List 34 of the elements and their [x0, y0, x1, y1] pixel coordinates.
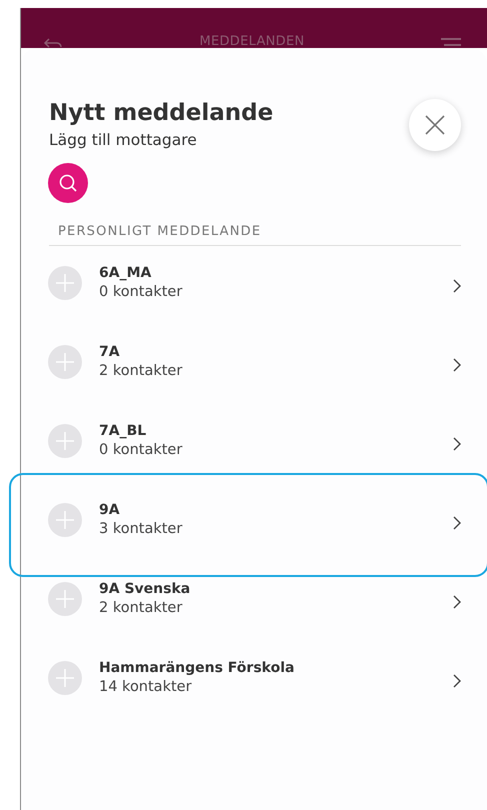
plus-icon	[55, 272, 75, 292]
chevron-icon[interactable]	[453, 358, 461, 372]
section-label: PERSONLIGT MEDDELANDE	[58, 224, 262, 239]
sheet-subtitle: Lägg till mottagare	[49, 131, 198, 149]
contact-count: 2 kontakter	[99, 363, 184, 379]
chevron-icon[interactable]	[453, 278, 461, 292]
chevron-icon[interactable]	[453, 516, 461, 530]
plus-icon	[55, 588, 75, 608]
group-name: 9A Svenska	[99, 581, 192, 597]
sheet-title: Nytt meddelande	[49, 99, 274, 127]
plus-icon	[55, 352, 75, 372]
chevron-icon[interactable]	[453, 674, 461, 688]
contact-count: 3 kontakter	[99, 521, 184, 537]
chevron-icon[interactable]	[453, 594, 461, 608]
contact-count: 0 kontakter	[99, 442, 184, 458]
search-button[interactable]	[48, 163, 88, 203]
plus-icon	[55, 510, 75, 530]
menu-icon[interactable]	[440, 38, 461, 48]
close-icon	[424, 114, 446, 136]
contact-count: 2 kontakter	[99, 600, 184, 616]
search-icon	[58, 173, 78, 193]
plus-icon	[55, 430, 75, 450]
plus-icon	[55, 668, 75, 688]
chevron-icon[interactable]	[453, 436, 461, 450]
close-button[interactable]	[409, 99, 461, 151]
group-name: Hammarängens Förskola	[99, 660, 296, 676]
header-title: MEDDELANDEN	[199, 35, 305, 48]
contact-count: 0 kontakter	[99, 284, 184, 300]
contact-count: 14 kontakter	[99, 679, 193, 695]
back-icon[interactable]	[43, 38, 63, 48]
group-name: 9A	[99, 502, 121, 518]
group-name: 7A_BL	[99, 423, 148, 439]
group-name: 6A_MA	[99, 265, 152, 281]
group-name: 7A	[99, 344, 121, 360]
